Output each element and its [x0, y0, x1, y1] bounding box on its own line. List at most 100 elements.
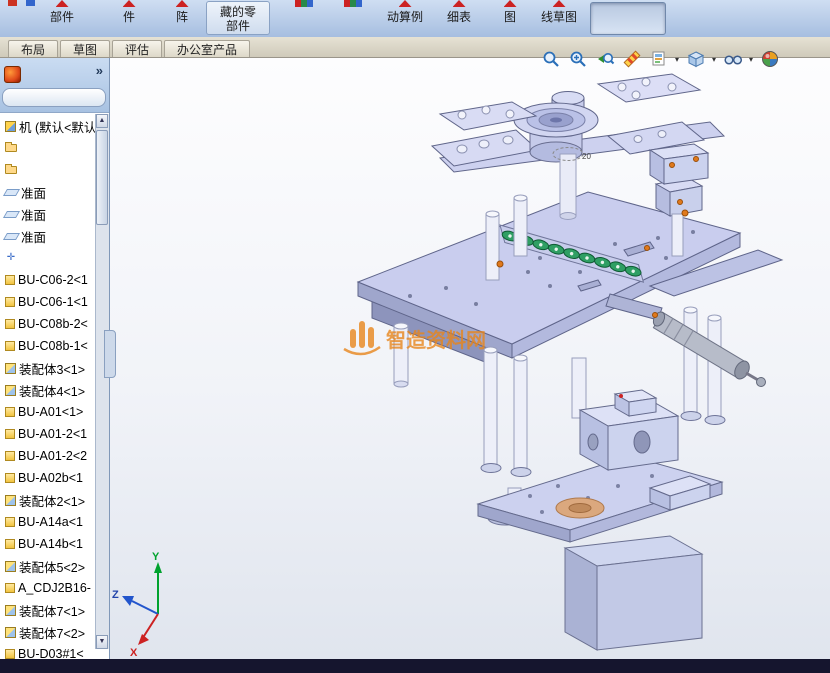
- watermark-text: 智造资料网: [386, 328, 486, 352]
- tree-item[interactable]: BU-C08b-2<: [0, 313, 95, 335]
- tree-item[interactable]: BU-A01-2<2: [0, 445, 95, 467]
- tree-item[interactable]: BU-A14a<1: [0, 511, 95, 533]
- tree-item-icon: [3, 233, 20, 240]
- tree-item-icon: [5, 166, 17, 174]
- tree-item[interactable]: BU-A01-2<1: [0, 423, 95, 445]
- tree-item[interactable]: 准面: [0, 225, 95, 247]
- toolbar-button[interactable]: [284, 0, 324, 36]
- tree-item-label: BU-C08b-2<: [18, 317, 88, 331]
- tree-item-label: BU-A01<1>: [18, 405, 83, 419]
- tree-item[interactable]: BU-A14b<1: [0, 533, 95, 555]
- scrollbar-thumb[interactable]: [96, 130, 108, 225]
- view-settings-icon[interactable]: [646, 47, 671, 71]
- toolbar-button-label: 件: [123, 10, 135, 24]
- tree-item-label: BU-C08b-1<: [18, 339, 88, 353]
- toolbar-button-label: 阵: [176, 10, 188, 24]
- tree-item[interactable]: 装配体5<2>: [0, 555, 95, 577]
- reference-triad: Y Z X: [112, 551, 162, 659]
- tab-layout[interactable]: 布局: [8, 40, 58, 57]
- tree-scrollbar[interactable]: ▲ ▼: [95, 114, 109, 649]
- featuremanager-tab-pill[interactable]: [2, 88, 106, 107]
- scrollbar-up-arrow[interactable]: ▲: [96, 114, 108, 128]
- toolbar-button-sketch[interactable]: 线草图: [534, 0, 584, 36]
- feature-tree: 机 (默认<默认 准面: [0, 113, 109, 659]
- tree-item-label: 装配体7<1>: [19, 601, 85, 620]
- tree-item-label: BU-A14a<1: [18, 515, 83, 529]
- dropdown-caret-icon[interactable]: ▾: [673, 55, 681, 64]
- tab-sketch[interactable]: 草图: [60, 40, 110, 57]
- zoom-to-area-icon[interactable]: [565, 47, 590, 71]
- toolbar-button[interactable]: [330, 0, 376, 36]
- zoom-to-fit-icon[interactable]: [538, 47, 563, 71]
- toolbar-button-label: 图: [504, 10, 516, 24]
- realview-icon[interactable]: [757, 47, 782, 71]
- red-arrow-icon: [123, 0, 136, 7]
- toolbar-button-pattern[interactable]: 阵: [162, 0, 202, 36]
- featuremanager-panel-header: »: [0, 58, 109, 113]
- hide-show-items-icon[interactable]: [720, 47, 745, 71]
- tree-item-icon: [5, 517, 15, 527]
- tree-item[interactable]: [0, 137, 95, 159]
- tree-item[interactable]: BU-A02b<1: [0, 467, 95, 489]
- toolbar-button-part[interactable]: 件: [112, 0, 146, 36]
- previous-view-icon[interactable]: [592, 47, 617, 71]
- tab-label: 草图: [73, 41, 97, 58]
- toolbar-button-motion-study[interactable]: 动算例: [380, 0, 430, 36]
- tree-item-icon: [5, 385, 16, 396]
- tree-item[interactable]: 装配体4<1>: [0, 379, 95, 401]
- tree-item[interactable]: 机 (默认<默认: [0, 115, 95, 137]
- toolbar-button-bom[interactable]: 细表: [438, 0, 480, 36]
- tree-item[interactable]: BU-C08b-1<: [0, 335, 95, 357]
- red-arrow-icon: [56, 0, 69, 7]
- toolbar-button-components[interactable]: 部件: [40, 0, 84, 36]
- toolbar-button-hidden-components[interactable]: 藏的零 部件: [206, 1, 270, 35]
- graphics-viewport[interactable]: ▾ ▾ ▾: [110, 58, 830, 659]
- tab-office-products[interactable]: 办公室产品: [164, 40, 250, 57]
- tree-item[interactable]: BU-C06-1<1: [0, 291, 95, 313]
- app-icon[interactable]: [4, 66, 21, 83]
- tree-item[interactable]: 装配体7<1>: [0, 599, 95, 621]
- panel-splitter-handle[interactable]: [104, 330, 116, 378]
- tree-item-label: 装配体3<1>: [19, 359, 85, 378]
- tab-evaluate[interactable]: 评估: [112, 40, 162, 57]
- tree-item[interactable]: BU-A01<1>: [0, 401, 95, 423]
- red-arrow-icon: [176, 0, 189, 7]
- toolbar-button-pressed[interactable]: [590, 2, 666, 35]
- toolbar-button-label: 线草图: [541, 10, 577, 24]
- red-arrow-icon: [504, 0, 517, 7]
- tab-label: 布局: [21, 41, 45, 58]
- tree-item-icon: [5, 341, 15, 351]
- tree-item-label: BU-C06-2<1: [18, 273, 88, 287]
- viewport-canvas[interactable]: 20 智造资料网 Y Z: [110, 58, 830, 659]
- tree-item[interactable]: 装配体7<2>: [0, 621, 95, 643]
- tree-item-icon: [3, 189, 20, 196]
- toolbar-button-drawing[interactable]: 图: [492, 0, 528, 36]
- toolbar-icon: [295, 0, 313, 7]
- tree-item-icon: [5, 252, 17, 264]
- dropdown-caret-icon[interactable]: ▾: [710, 55, 718, 64]
- tree-item-icon: [5, 605, 16, 616]
- tree-item[interactable]: 装配体2<1>: [0, 489, 95, 511]
- tree-item[interactable]: 准面: [0, 181, 95, 203]
- tree-item-icon: [5, 451, 15, 461]
- red-arrow-icon: [399, 0, 412, 7]
- tree-item[interactable]: [0, 159, 95, 181]
- tree-item[interactable]: BU-C06-2<1: [0, 269, 95, 291]
- tree-item[interactable]: BU-D03#1<: [0, 643, 95, 659]
- model-mid-section: [572, 358, 678, 470]
- scrollbar-down-arrow[interactable]: ▼: [96, 635, 108, 649]
- panel-expand-chevron-icon[interactable]: »: [96, 63, 103, 78]
- tree-item[interactable]: A_CDJ2B16-: [0, 577, 95, 599]
- section-view-icon[interactable]: [619, 47, 644, 71]
- tree-item[interactable]: 装配体3<1>: [0, 357, 95, 379]
- tree-item-icon: [5, 649, 15, 659]
- dropdown-caret-icon[interactable]: ▾: [747, 55, 755, 64]
- tree-item-icon: [5, 583, 15, 593]
- display-style-icon[interactable]: [683, 47, 708, 71]
- tree-item[interactable]: 准面: [0, 203, 95, 225]
- dimension-annotation: 20: [582, 152, 591, 161]
- tree-item[interactable]: [0, 247, 95, 269]
- tree-item-label: 准面: [21, 205, 46, 224]
- tree-item-label: 装配体7<2>: [19, 623, 85, 642]
- tree-item-label: BU-C06-1<1: [18, 295, 88, 309]
